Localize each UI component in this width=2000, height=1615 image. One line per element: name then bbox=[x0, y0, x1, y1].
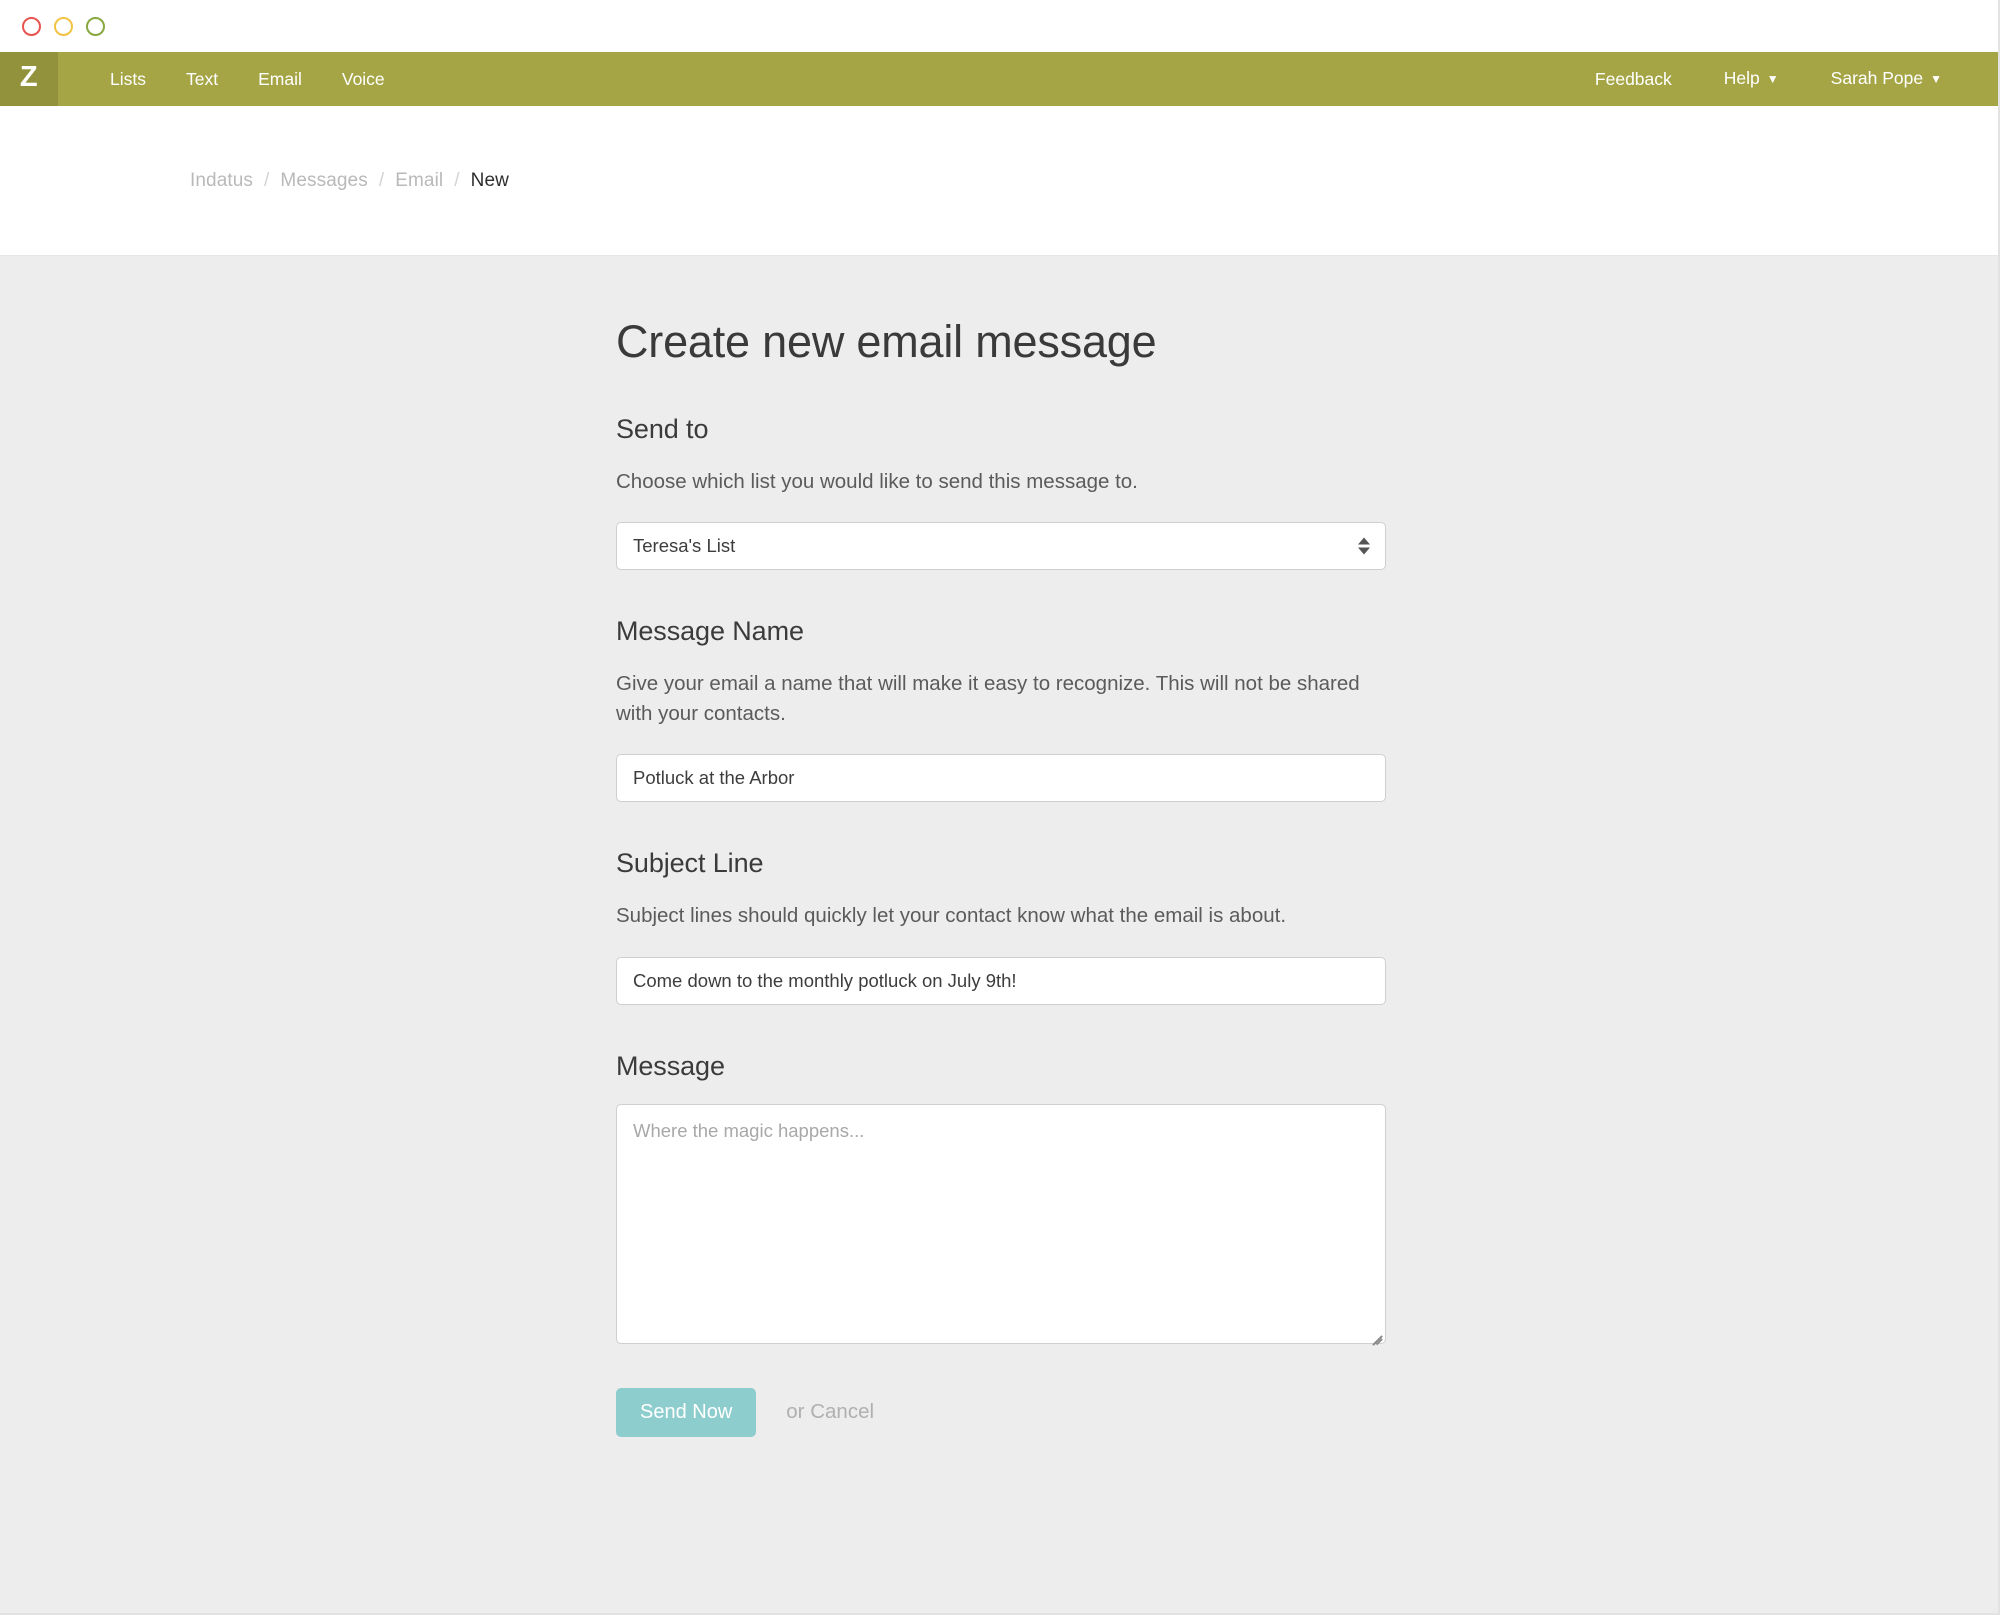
message-label: Message bbox=[616, 1050, 725, 1081]
nav-item-text[interactable]: Text bbox=[166, 52, 238, 106]
email-form: Create new email message Send to Choose … bbox=[616, 256, 1386, 1497]
field-group-send-to: Send to Choose which list you would like… bbox=[616, 414, 1386, 571]
breadcrumb-separator: / bbox=[264, 169, 270, 191]
cancel-link[interactable]: Cancel bbox=[810, 1400, 874, 1423]
minimize-window-icon[interactable] bbox=[54, 16, 73, 36]
subject-line-input[interactable] bbox=[616, 956, 1386, 1005]
nav-item-help-label: Help bbox=[1723, 68, 1760, 88]
brand-logo[interactable]: Z bbox=[0, 52, 58, 106]
nav-item-voice[interactable]: Voice bbox=[322, 52, 405, 106]
message-name-input[interactable] bbox=[616, 754, 1386, 803]
nav-item-feedback[interactable]: Feedback bbox=[1569, 52, 1698, 106]
zoom-window-icon[interactable] bbox=[86, 16, 105, 36]
nav-item-email[interactable]: Email bbox=[238, 52, 322, 106]
browser-window: Z Lists Text Email Voice Feedback Help ▼ … bbox=[0, 0, 2000, 1615]
send-now-button[interactable]: Send Now bbox=[616, 1387, 757, 1437]
subject-line-label: Subject Line bbox=[616, 848, 764, 879]
breadcrumb-bar: Indatus / Messages / Email / New bbox=[0, 106, 1998, 256]
breadcrumb-separator: / bbox=[454, 169, 460, 191]
send-to-select-wrapper: Teresa's List bbox=[616, 522, 1386, 571]
main-content: Create new email message Send to Choose … bbox=[0, 256, 1998, 1613]
field-group-subject-line: Subject Line Subject lines should quickl… bbox=[616, 848, 1386, 1005]
breadcrumb-separator: / bbox=[378, 169, 385, 191]
field-group-message-name: Message Name Give your email a name that… bbox=[616, 616, 1386, 803]
window-controls bbox=[22, 16, 105, 36]
field-group-message: Message bbox=[616, 1050, 1386, 1346]
message-body-textarea[interactable] bbox=[616, 1103, 1386, 1344]
nav-item-feedback-label: Feedback bbox=[1594, 69, 1672, 89]
chevron-down-icon: ▼ bbox=[1766, 72, 1779, 86]
cancel-area: or Cancel bbox=[786, 1400, 874, 1424]
send-to-list-select[interactable]: Teresa's List bbox=[616, 522, 1386, 571]
nav-item-help[interactable]: Help ▼ bbox=[1698, 51, 1805, 107]
nav-item-account[interactable]: Sarah Pope ▼ bbox=[1805, 51, 1968, 107]
or-label: or bbox=[786, 1400, 811, 1423]
form-actions: Send Now or Cancel bbox=[616, 1387, 1386, 1497]
message-textarea-wrapper bbox=[616, 1103, 1386, 1346]
breadcrumb-item-new: New bbox=[470, 169, 509, 191]
top-navbar: Z Lists Text Email Voice Feedback Help ▼ … bbox=[0, 52, 1998, 106]
nav-item-lists[interactable]: Lists bbox=[90, 52, 166, 106]
send-to-label: Send to bbox=[616, 414, 709, 444]
breadcrumb-item-indatus[interactable]: Indatus bbox=[190, 170, 253, 192]
window-title-bar bbox=[0, 0, 1998, 52]
message-name-help-text: Give your email a name that will make it… bbox=[616, 672, 1360, 726]
breadcrumb: Indatus / Messages / Email / New bbox=[190, 170, 509, 192]
chevron-down-icon: ▼ bbox=[1930, 72, 1942, 86]
subject-line-help-text: Subject lines should quickly let your co… bbox=[616, 904, 1287, 928]
send-to-help-text: Choose which list you would like to send… bbox=[616, 470, 1138, 493]
message-name-label: Message Name bbox=[616, 616, 804, 647]
secondary-nav: Feedback Help ▼ Sarah Pope ▼ bbox=[1569, 52, 1998, 106]
breadcrumb-item-email[interactable]: Email bbox=[395, 170, 443, 192]
breadcrumb-item-messages[interactable]: Messages bbox=[280, 170, 367, 192]
page-title: Create new email message bbox=[616, 316, 1157, 367]
nav-item-account-label: Sarah Pope bbox=[1830, 68, 1924, 88]
primary-nav: Lists Text Email Voice bbox=[58, 52, 405, 106]
close-window-icon[interactable] bbox=[22, 16, 41, 36]
